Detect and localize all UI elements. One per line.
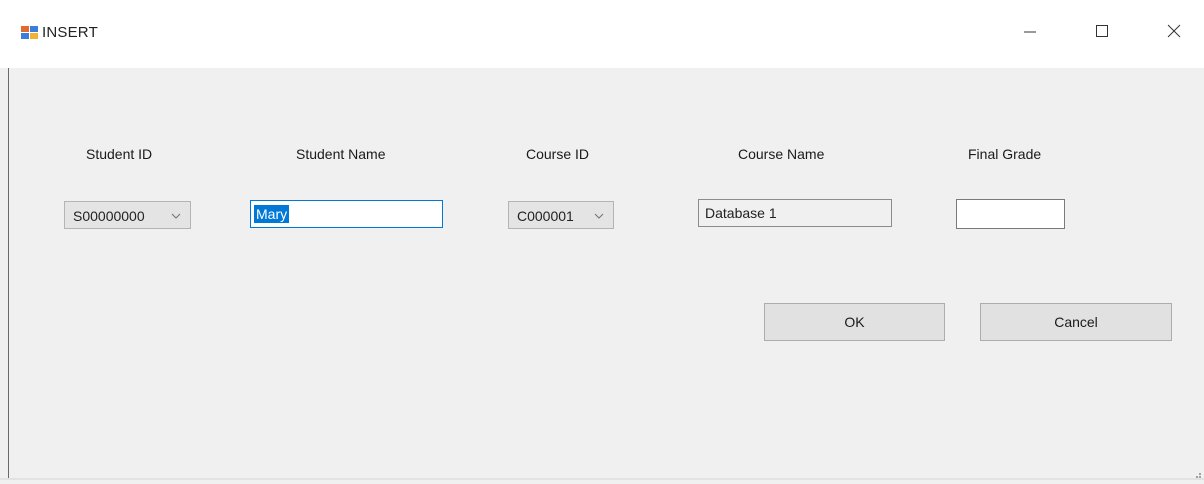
course-name-field: Database 1 — [698, 199, 892, 227]
course-name-value: Database 1 — [705, 205, 777, 221]
student-id-dropdown[interactable]: S00000000 — [64, 201, 191, 229]
chevron-down-icon — [170, 209, 182, 221]
final-grade-input[interactable] — [956, 199, 1065, 229]
maximize-icon — [1095, 24, 1109, 43]
student-name-label: Student Name — [296, 146, 386, 162]
title-bar[interactable]: INSERT — [0, 0, 1204, 68]
course-id-value: C000001 — [517, 208, 574, 224]
final-grade-label: Final Grade — [968, 146, 1042, 162]
course-id-dropdown[interactable]: C000001 — [508, 201, 614, 229]
student-name-value: Mary — [254, 205, 290, 223]
minimize-icon — [1023, 24, 1037, 43]
insert-window: INSERT Student ID Student Name Course ID… — [0, 0, 1204, 480]
minimize-button[interactable] — [1006, 10, 1054, 56]
cancel-button[interactable]: Cancel — [980, 303, 1172, 341]
close-icon — [1167, 24, 1181, 43]
app-icon — [20, 24, 40, 42]
close-button[interactable] — [1150, 10, 1198, 56]
ok-button[interactable]: OK — [764, 303, 945, 341]
student-name-input[interactable]: Mary — [250, 200, 443, 228]
course-name-label: Course Name — [738, 146, 825, 162]
window-left-border — [8, 68, 9, 480]
cancel-button-label: Cancel — [1054, 314, 1098, 330]
student-id-value: S00000000 — [73, 208, 145, 224]
maximize-button[interactable] — [1078, 10, 1126, 56]
ok-button-label: OK — [844, 314, 865, 330]
course-id-label: Course ID — [526, 146, 590, 162]
resize-grip-icon[interactable] — [1192, 466, 1202, 478]
student-id-label: Student ID — [86, 146, 153, 162]
window-title: INSERT — [42, 24, 98, 41]
chevron-down-icon — [593, 209, 605, 221]
